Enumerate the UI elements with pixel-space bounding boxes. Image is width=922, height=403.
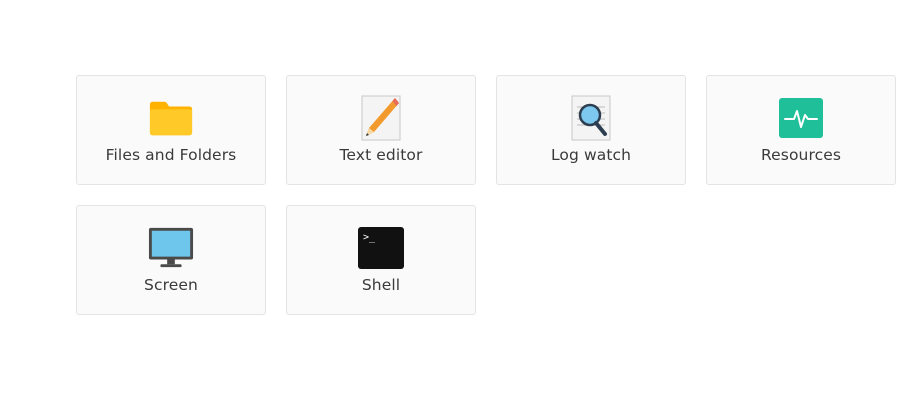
tile-label: Text editor [339,146,423,164]
files-and-folders-tile[interactable]: Files and Folders [76,75,266,185]
monitor-icon [148,225,194,271]
log-watch-tile[interactable]: Log watch [496,75,686,185]
magnifier-icon [568,95,614,141]
resources-tile[interactable]: Resources [706,75,896,185]
tile-label: Files and Folders [105,146,237,164]
screen-tile[interactable]: Screen [76,205,266,315]
app-launcher-grid: Files and Folders Text editor Log watch … [76,75,896,315]
text-editor-tile[interactable]: Text editor [286,75,476,185]
pulse-monitor-icon [778,95,824,141]
shell-tile[interactable]: >_ Shell [286,205,476,315]
terminal-icon: >_ [358,225,404,271]
tile-label: Shell [361,276,401,294]
folder-icon [148,95,194,141]
tile-label: Screen [144,276,198,294]
pencil-icon [358,95,404,141]
tile-label: Log watch [550,146,632,164]
terminal-prompt: >_ [363,232,376,243]
tile-label: Resources [760,146,842,164]
